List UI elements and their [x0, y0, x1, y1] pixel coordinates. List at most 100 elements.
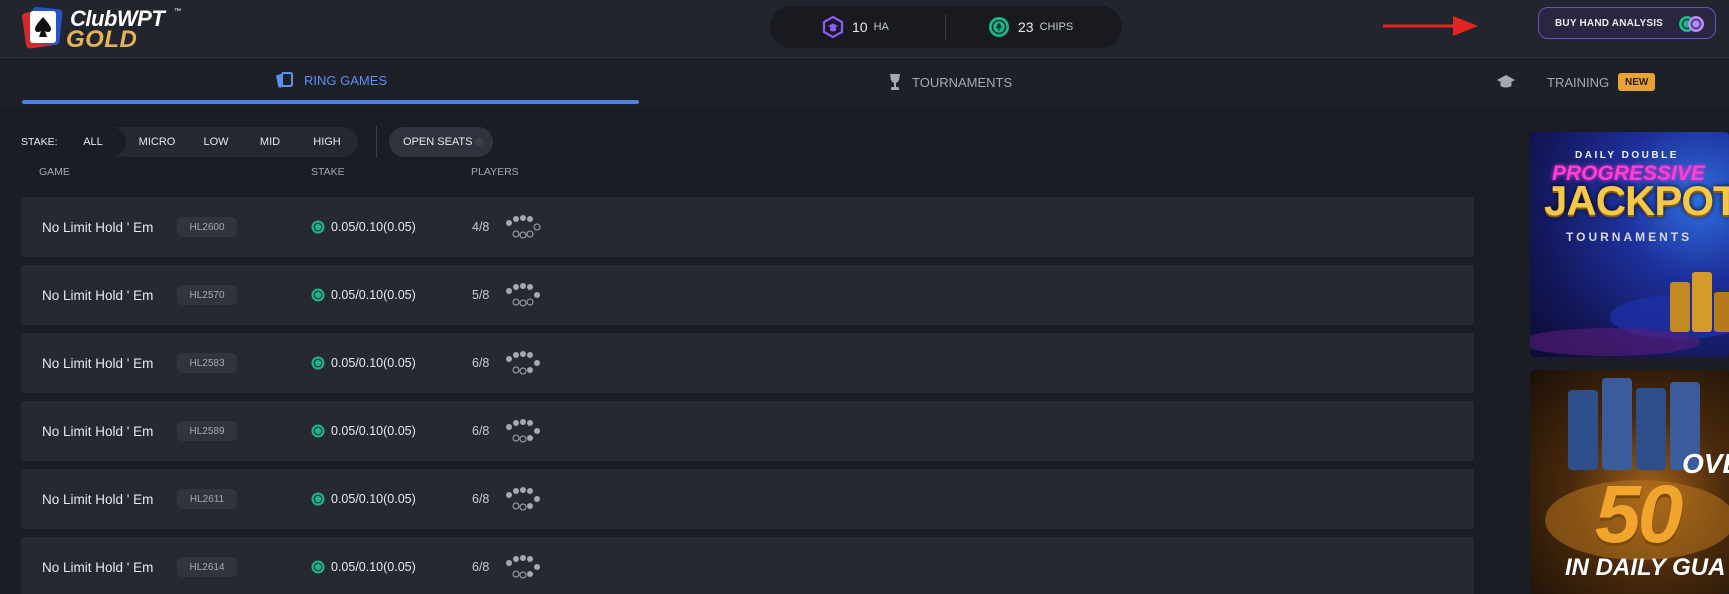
tab-tournaments[interactable]: TOURNAMENTS	[888, 58, 1012, 106]
stake-value: 0.05/0.10(0.05)	[331, 356, 416, 370]
players-count: 6/8	[472, 492, 490, 506]
players-count: 6/8	[472, 560, 490, 574]
seats-icon	[506, 487, 540, 511]
stake-option-micro[interactable]: MICRO	[126, 127, 188, 157]
spade-card-icon	[22, 6, 63, 49]
clubwpt-gold-logo[interactable]: ClubWPT ™ GOLD	[20, 3, 190, 53]
red-arrow-icon	[1383, 16, 1478, 36]
chip-icon	[311, 492, 325, 506]
table-row[interactable]: No Limit Hold ' Em HL2614 0.05/0.10(0.05…	[21, 537, 1474, 594]
cards-icon	[276, 72, 293, 88]
table-row[interactable]: No Limit Hold ' Em HL2570 0.05/0.10(0.05…	[21, 265, 1474, 325]
tab-training[interactable]: TRAINING NEW	[1497, 58, 1722, 106]
stake-value: 0.05/0.10(0.05)	[331, 424, 416, 438]
active-tab-indicator	[22, 100, 639, 104]
stake-segmented-control: ALL MICRO LOW MID HIGH	[60, 127, 358, 157]
chip-icon	[311, 356, 325, 370]
chip-icon	[311, 560, 325, 574]
toggle-indicator	[475, 138, 483, 146]
buy-hand-analysis-label: BUY HAND ANALYSIS	[1555, 17, 1664, 29]
stake-cell: 0.05/0.10(0.05)	[311, 401, 416, 461]
column-header-players[interactable]: PLAYERS	[471, 166, 519, 178]
stake-option-high[interactable]: HIGH	[296, 127, 358, 157]
open-seats-label: OPEN SEATS	[403, 136, 473, 148]
chips-count: 23	[1018, 19, 1034, 35]
ha-balance[interactable]: 10 HA	[822, 6, 889, 48]
brand-tm: ™	[174, 8, 181, 15]
table-code: HL2583	[177, 353, 237, 373]
daily-guarantee-banner[interactable]: OVE 50 IN DAILY GUA	[1530, 370, 1729, 594]
players-count: 5/8	[472, 288, 490, 302]
table-row[interactable]: No Limit Hold ' Em HL2611 0.05/0.10(0.05…	[21, 469, 1474, 529]
banner-amount: 50	[1595, 469, 1683, 560]
players-count: 6/8	[472, 424, 490, 438]
chip-icon	[989, 17, 1009, 37]
graduation-cap-icon	[1497, 75, 1515, 88]
filter-divider	[376, 126, 377, 158]
ha-unit: HA	[873, 21, 889, 33]
stake-cell: 0.05/0.10(0.05)	[311, 537, 416, 594]
table-code: HL2611	[177, 489, 237, 509]
table-code: HL2600	[177, 217, 237, 237]
game-tabs: RING GAMES TOURNAMENTS TRAINING NEW	[0, 58, 1729, 106]
game-name: No Limit Hold ' Em	[42, 423, 154, 439]
stake-value: 0.05/0.10(0.05)	[331, 560, 416, 574]
chip-icon	[311, 220, 325, 234]
stake-cell: 0.05/0.10(0.05)	[311, 265, 416, 325]
seats-icon	[506, 351, 540, 375]
chip-icon	[311, 288, 325, 302]
table-code: HL2570	[177, 285, 237, 305]
game-name: No Limit Hold ' Em	[42, 287, 154, 303]
table-row[interactable]: No Limit Hold ' Em HL2589 0.05/0.10(0.05…	[21, 401, 1474, 461]
players-count: 6/8	[472, 356, 490, 370]
top-header: ClubWPT ™ GOLD 10 HA 23 CHIPS BUY HAND A…	[0, 0, 1729, 58]
banner-tournaments: TOURNAMENTS	[1566, 230, 1693, 244]
buy-hand-analysis-button[interactable]: BUY HAND ANALYSIS	[1538, 7, 1716, 39]
banner-over: OVE	[1682, 448, 1729, 479]
trophy-icon	[890, 74, 900, 90]
stake-value: 0.05/0.10(0.05)	[331, 492, 416, 506]
stake-option-all[interactable]: ALL	[60, 127, 126, 157]
new-badge: NEW	[1618, 73, 1656, 91]
column-header-stake[interactable]: STAKE	[311, 166, 345, 178]
players-count: 4/8	[472, 220, 490, 234]
banner-jackpot: JACKPOT	[1544, 177, 1729, 224]
balance-pill: 10 HA 23 CHIPS	[770, 6, 1122, 48]
chip-icon	[311, 424, 325, 438]
banner-daily-guarantee: IN DAILY GUA	[1565, 554, 1726, 581]
brand-gold: GOLD	[66, 26, 138, 53]
chips-unit: CHIPS	[1039, 21, 1074, 33]
tab-training-label: TRAINING	[1547, 74, 1610, 90]
stake-filter-label: STAKE:	[21, 136, 58, 148]
stake-filters: STAKE: ALL MICRO LOW MID HIGH OPEN SEATS	[0, 122, 520, 162]
stake-cell: 0.05/0.10(0.05)	[311, 333, 416, 393]
jackpot-tournaments-banner[interactable]: DAILY DOUBLE PROGRESSIVE JACKPOT TOURNAM…	[1530, 132, 1729, 357]
table-code: HL2614	[177, 557, 237, 577]
seats-icon	[506, 419, 540, 443]
stake-cell: 0.05/0.10(0.05)	[311, 469, 416, 529]
open-seats-toggle[interactable]: OPEN SEATS	[389, 127, 493, 157]
seats-icon	[506, 283, 540, 307]
game-name: No Limit Hold ' Em	[42, 491, 154, 507]
table-row[interactable]: No Limit Hold ' Em HL2600 0.05/0.10(0.05…	[21, 197, 1474, 257]
ha-count: 10	[852, 19, 868, 35]
game-name: No Limit Hold ' Em	[42, 355, 154, 371]
hand-analysis-icon	[822, 16, 844, 38]
stake-cell: 0.05/0.10(0.05)	[311, 197, 416, 257]
stake-option-mid[interactable]: MID	[244, 127, 296, 157]
table-row[interactable]: No Limit Hold ' Em HL2583 0.05/0.10(0.05…	[21, 333, 1474, 393]
balance-divider	[945, 14, 946, 40]
chips-balance[interactable]: 23 CHIPS	[988, 6, 1073, 48]
banner-daily-double: DAILY DOUBLE	[1575, 150, 1679, 161]
column-header-game[interactable]: GAME	[39, 166, 70, 178]
stake-value: 0.05/0.10(0.05)	[331, 220, 416, 234]
game-name: No Limit Hold ' Em	[42, 219, 154, 235]
tab-ring-games[interactable]: RING GAMES	[276, 56, 387, 104]
stake-value: 0.05/0.10(0.05)	[331, 288, 416, 302]
stake-option-low[interactable]: LOW	[188, 127, 244, 157]
chips-stack-icon	[1679, 16, 1704, 32]
seats-icon	[506, 555, 540, 579]
tab-ring-games-label: RING GAMES	[304, 72, 388, 88]
table-code: HL2589	[177, 421, 237, 441]
tab-tournaments-label: TOURNAMENTS	[912, 74, 1013, 90]
